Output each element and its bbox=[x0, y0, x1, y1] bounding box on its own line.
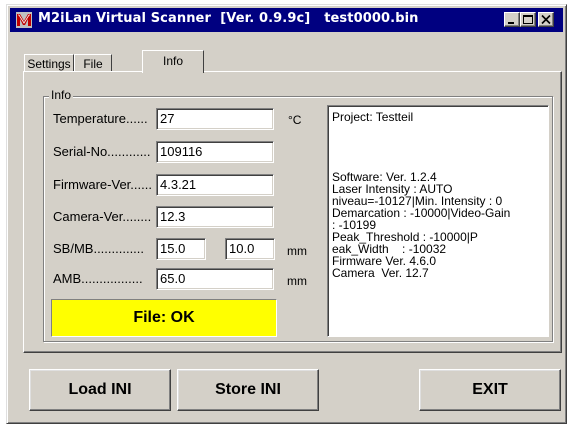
tab-file-label: File bbox=[83, 57, 103, 71]
sbmb-label: SB/MB.............. bbox=[53, 241, 145, 256]
temperature-unit: °C bbox=[288, 113, 302, 127]
info-group-label: Info bbox=[49, 88, 74, 102]
close-icon bbox=[541, 14, 551, 25]
serial-field[interactable]: 109116 bbox=[156, 141, 274, 163]
maximize-icon bbox=[523, 15, 533, 24]
camera-field[interactable]: 12.3 bbox=[156, 206, 274, 228]
info-line bbox=[332, 123, 545, 135]
close-button[interactable] bbox=[538, 12, 554, 27]
maximize-button[interactable] bbox=[520, 12, 536, 27]
camera-label: Camera-Ver........ bbox=[53, 209, 152, 224]
serial-label: Serial-No............ bbox=[53, 144, 151, 159]
mb-field[interactable]: 10.0 bbox=[225, 238, 275, 260]
minimize-button[interactable] bbox=[504, 12, 520, 27]
tab-settings-label: Settings bbox=[27, 57, 71, 71]
amb-field[interactable]: 65.0 bbox=[156, 268, 274, 290]
sbmb-unit: mm bbox=[287, 244, 307, 258]
tab-settings[interactable]: Settings bbox=[24, 54, 74, 72]
main-window: M2iLan Virtual Scanner [Ver. 0.9.9c] tes… bbox=[6, 4, 567, 424]
info-line: Project: Testteil bbox=[332, 110, 414, 124]
sb-field[interactable]: 15.0 bbox=[156, 238, 206, 260]
exit-button[interactable]: EXIT bbox=[419, 369, 561, 411]
file-status-indicator: File: OK bbox=[51, 299, 277, 337]
m2ilan-app-icon[interactable] bbox=[16, 12, 32, 28]
minimize-icon bbox=[508, 22, 514, 24]
amb-label: AMB................. bbox=[53, 271, 143, 286]
window-title: M2iLan Virtual Scanner [Ver. 0.9.9c] tes… bbox=[38, 11, 419, 26]
temperature-field[interactable]: 27 bbox=[156, 108, 274, 130]
info-line: Camera Ver. 12.7 bbox=[332, 266, 429, 280]
info-line bbox=[332, 135, 545, 147]
title-bar[interactable]: M2iLan Virtual Scanner [Ver. 0.9.9c] tes… bbox=[10, 8, 563, 32]
amb-unit: mm bbox=[287, 274, 307, 288]
store-ini-button[interactable]: Store INI bbox=[177, 369, 319, 411]
tab-info-label: Info bbox=[162, 54, 183, 68]
temperature-label: Temperature...... bbox=[53, 111, 148, 126]
firmware-field[interactable]: 4.3.21 bbox=[156, 174, 274, 196]
firmware-label: Firmware-Ver...... bbox=[53, 177, 152, 192]
load-ini-button[interactable]: Load INI bbox=[29, 369, 171, 411]
info-line bbox=[332, 147, 545, 159]
info-text-box[interactable]: Project: Testteil Software: Ver. 1.2.4 L… bbox=[327, 105, 549, 337]
tab-file[interactable]: File bbox=[74, 54, 112, 72]
tab-info[interactable]: Info bbox=[142, 50, 204, 73]
